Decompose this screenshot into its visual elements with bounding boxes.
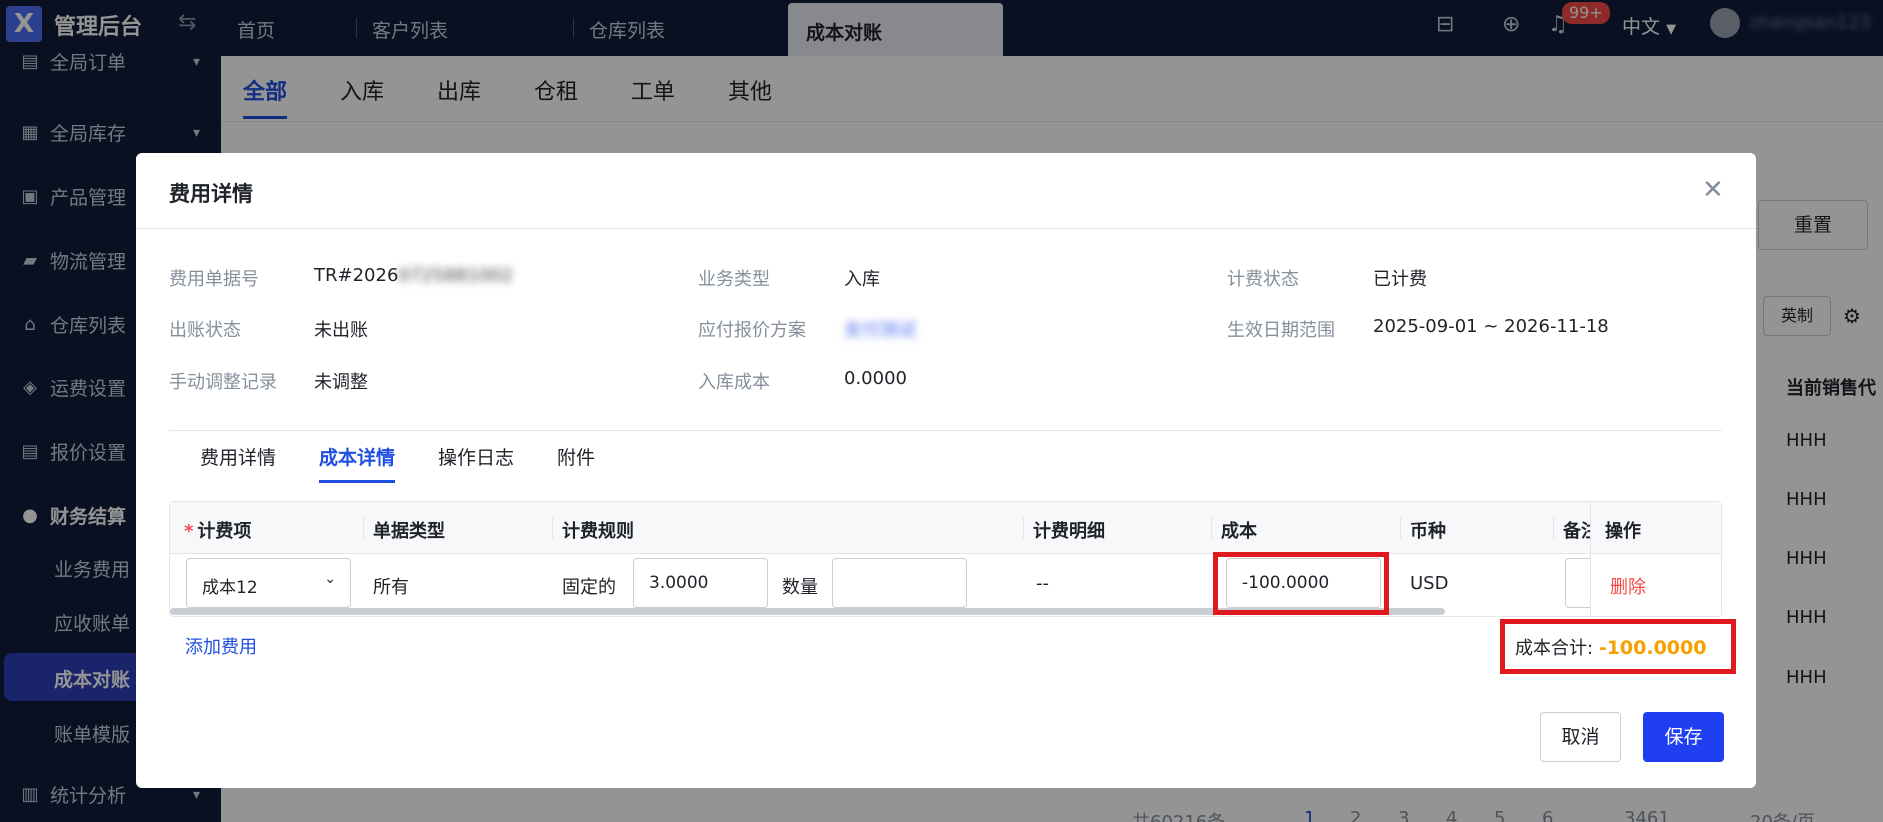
currency-cell: USD xyxy=(1410,573,1449,594)
cost-table: *计费项 单据类型 计费规则 计费明细 成本 币种 备注 成本12 ⌄ 所有 固定… xyxy=(169,501,1722,617)
column-divider xyxy=(1023,517,1024,539)
column-header-remark: 备注 xyxy=(1563,521,1590,542)
delete-link[interactable]: 删除 xyxy=(1610,573,1646,599)
tab-operation-log[interactable]: 操作日志 xyxy=(438,443,514,470)
quote-plan-label: 应付报价方案 xyxy=(698,320,806,341)
dialog-title: 费用详情 xyxy=(169,182,253,206)
cost-total-value: -100.0000 xyxy=(1598,637,1707,659)
cancel-button[interactable]: 取消 xyxy=(1540,712,1621,762)
rule-value-input[interactable]: 3.0000 xyxy=(633,558,768,608)
cost-total-label: 成本合计: xyxy=(1515,638,1594,659)
column-divider xyxy=(1211,517,1212,539)
bill-status-label: 出账状态 xyxy=(169,320,241,341)
column-divider xyxy=(1553,517,1554,539)
doc-type-cell: 所有 xyxy=(373,577,409,598)
tab-attachments[interactable]: 附件 xyxy=(557,443,595,470)
add-fee-link[interactable]: 添加费用 xyxy=(185,633,257,659)
dialog-header: 费用详情 ✕ xyxy=(136,153,1756,229)
action-column: 操作 删除 xyxy=(1590,502,1721,616)
tabs-divider xyxy=(169,430,1722,431)
highlight-box-cost xyxy=(1213,552,1389,615)
column-divider xyxy=(552,517,553,539)
column-header-doc-type: 单据类型 xyxy=(373,521,445,542)
chevron-down-icon: ⌄ xyxy=(324,571,336,587)
save-button[interactable]: 保存 xyxy=(1643,712,1724,762)
manual-adj-label: 手动调整记录 xyxy=(169,372,277,393)
manual-adj-value: 未调整 xyxy=(314,372,368,393)
close-icon[interactable]: ✕ xyxy=(1702,175,1724,205)
inbound-cost-value: 0.0000 xyxy=(844,368,907,389)
column-header-label: 计费项 xyxy=(197,521,252,542)
biz-type-label: 业务类型 xyxy=(698,269,770,290)
doc-no-prefix: TR#2026 xyxy=(314,265,399,286)
biz-type-value: 入库 xyxy=(844,269,880,290)
billing-status-value: 已计费 xyxy=(1373,269,1427,290)
column-header-billing-detail: 计费明细 xyxy=(1033,521,1105,542)
fee-item-value: 成本12 xyxy=(202,578,258,598)
column-header-currency: 币种 xyxy=(1410,521,1446,542)
fee-item-select[interactable]: 成本12 ⌄ xyxy=(186,558,351,608)
column-header-actions: 操作 xyxy=(1605,521,1641,542)
quote-plan-link[interactable]: 支付测试 xyxy=(844,316,916,342)
fee-detail-dialog: 费用详情 ✕ 费用单据号 TR#20260725881002 业务类型 入库 计… xyxy=(136,153,1756,788)
date-range-label: 生效日期范围 xyxy=(1227,320,1335,341)
column-header-cost: 成本 xyxy=(1221,521,1257,542)
date-range-value: 2025-09-01 ~ 2026-11-18 xyxy=(1373,316,1609,337)
doc-no-label: 费用单据号 xyxy=(169,269,259,290)
quantity-input[interactable] xyxy=(832,558,967,608)
billing-detail-cell: -- xyxy=(1036,573,1049,594)
inbound-cost-label: 入库成本 xyxy=(698,372,770,393)
tab-cost-details[interactable]: 成本详情 xyxy=(319,443,396,483)
column-header-billing-rule: 计费规则 xyxy=(562,521,634,542)
tab-fee-details[interactable]: 费用详情 xyxy=(200,443,276,470)
required-marker: * xyxy=(184,521,194,542)
cost-total: 成本合计: -100.0000 xyxy=(1515,634,1706,660)
doc-no-redacted: 0725881002 xyxy=(398,265,513,286)
rule-type-cell: 固定的 xyxy=(562,577,616,598)
table-header: *计费项 单据类型 计费规则 计费明细 成本 币种 备注 xyxy=(170,502,1721,554)
column-divider xyxy=(363,517,364,539)
column-divider xyxy=(1400,517,1401,539)
column-header-fee-item: * 计费项 xyxy=(184,517,251,543)
bill-status-value: 未出账 xyxy=(314,320,368,341)
quantity-label: 数量 xyxy=(782,577,818,598)
billing-status-label: 计费状态 xyxy=(1227,269,1299,290)
doc-no-value: TR#20260725881002 xyxy=(314,265,513,286)
